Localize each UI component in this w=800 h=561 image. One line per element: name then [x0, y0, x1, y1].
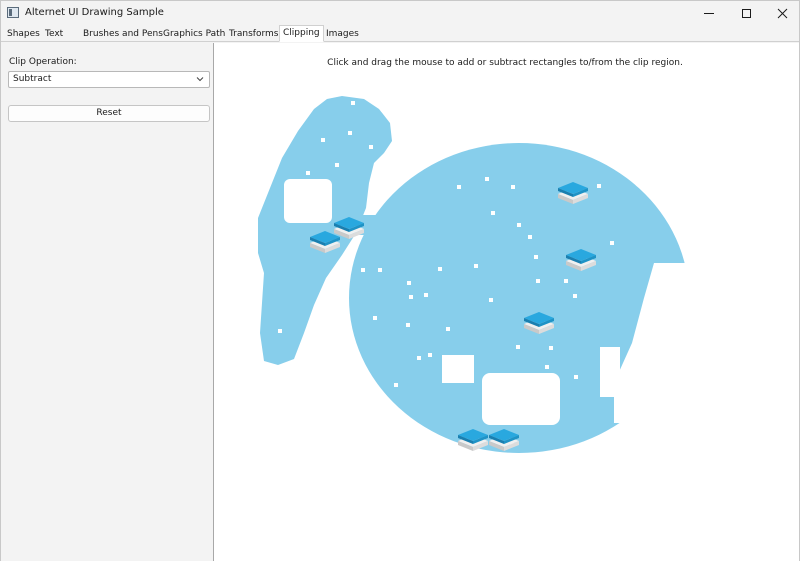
close-button[interactable]	[764, 1, 800, 25]
clip-region	[258, 96, 689, 453]
maximize-icon	[741, 8, 751, 18]
settings-panel: Clip Operation: Subtract Reset	[1, 43, 213, 561]
app-window-icon	[7, 7, 19, 18]
clip-operation-label: Clip Operation:	[9, 57, 77, 67]
tab-transforms[interactable]: Transforms	[226, 27, 281, 42]
tab-text[interactable]: Text	[42, 27, 66, 42]
tab-clipping[interactable]: Clipping	[279, 25, 324, 42]
minimize-icon	[704, 12, 714, 14]
title-bar[interactable]: Alternet UI Drawing Sample	[1, 1, 799, 25]
chevron-down-icon	[196, 77, 204, 82]
tab-graphics-path[interactable]: Graphics Path	[160, 27, 228, 42]
maximize-button[interactable]	[728, 1, 764, 25]
clip-shape-circle	[349, 143, 689, 453]
clip-operation-select[interactable]: Subtract	[8, 71, 210, 88]
app-window: Alternet UI Drawing Sample Shapes Text B…	[0, 0, 800, 561]
minimize-button[interactable]	[691, 1, 727, 25]
reset-button[interactable]: Reset	[8, 105, 210, 122]
close-icon	[777, 8, 787, 18]
drawing-canvas[interactable]: Click and drag the mouse to add or subtr…	[214, 43, 799, 561]
tab-shapes[interactable]: Shapes	[4, 27, 43, 42]
tab-strip: Shapes Text Brushes and Pens Graphics Pa…	[1, 25, 799, 42]
tab-brushes-and-pens[interactable]: Brushes and Pens	[80, 27, 166, 42]
window-title: Alternet UI Drawing Sample	[25, 7, 164, 18]
tab-images[interactable]: Images	[323, 27, 362, 42]
clip-region-drawing	[258, 96, 689, 453]
clip-operation-value: Subtract	[13, 74, 52, 84]
